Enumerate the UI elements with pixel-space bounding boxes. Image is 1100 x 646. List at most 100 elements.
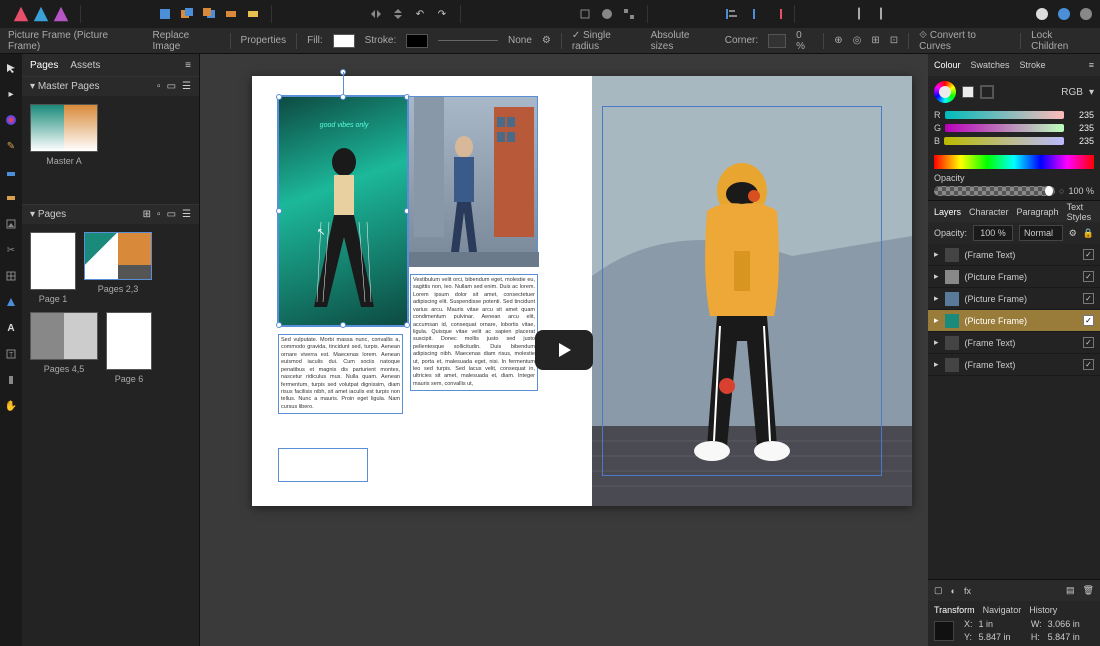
colour-menu-icon[interactable]: ≡ — [1089, 60, 1094, 70]
opacity-value[interactable]: 100 % — [1068, 186, 1094, 196]
play-button[interactable] — [535, 330, 593, 370]
sync-icon[interactable] — [1056, 6, 1072, 22]
mask-icon[interactable]: ▢ — [934, 585, 943, 596]
x-input[interactable]: 1 in — [979, 619, 1025, 629]
text-tool-icon[interactable]: A — [3, 320, 19, 336]
spectrum[interactable] — [934, 155, 1094, 169]
h-input[interactable]: 5.847 in — [1048, 632, 1094, 642]
fx-icon[interactable]: fx — [964, 586, 971, 596]
align-c-icon[interactable] — [746, 6, 762, 22]
y-input[interactable]: 5.847 in — [979, 632, 1025, 642]
insert-before-icon[interactable]: ┃ — [851, 6, 867, 22]
picture-frame-2[interactable] — [408, 96, 538, 266]
tab-text-styles[interactable]: Text Styles — [1067, 202, 1094, 222]
layer-row-selected[interactable]: ▸(Picture Frame)✓ — [928, 310, 1100, 332]
tab-colour[interactable]: Colour — [934, 60, 961, 70]
delete-layer-icon[interactable]: 🗑 — [1083, 585, 1094, 596]
master-pages-header[interactable]: ▾ Master Pages ▫▭☰ — [22, 76, 199, 96]
node-tool-icon[interactable]: ▸ — [3, 86, 19, 102]
gradient-tool-icon[interactable] — [3, 190, 19, 206]
tab-swatches[interactable]: Swatches — [971, 60, 1010, 70]
color-tool-icon[interactable] — [3, 112, 19, 128]
colour-dropdown-icon[interactable]: ▾ — [1089, 87, 1094, 98]
fill-swatch[interactable] — [333, 34, 355, 48]
help-icon[interactable] — [1078, 6, 1094, 22]
pages-opt1-icon[interactable]: ⊞ — [143, 209, 151, 220]
rotate-r-icon[interactable]: ↷ — [434, 6, 450, 22]
pages-opt2-icon[interactable]: ▫ — [157, 209, 161, 220]
tab-paragraph[interactable]: Paragraph — [1017, 207, 1059, 217]
align-icon-3[interactable]: ⊞ — [871, 35, 879, 46]
picture-frame-1[interactable]: good vibes only ↖ — [278, 96, 408, 326]
layer-lock-icon[interactable]: 🔒 — [1083, 228, 1094, 239]
pages-opt4-icon[interactable]: ☰ — [182, 209, 191, 220]
convert-curves-button[interactable]: ⟐ Convert to Curves — [919, 30, 1010, 52]
tab-pages[interactable]: Pages — [30, 60, 58, 71]
layer-row[interactable]: ▸(Frame Text)✓ — [928, 244, 1100, 266]
align-l-icon[interactable] — [724, 6, 740, 22]
app-personas[interactable] — [12, 5, 70, 23]
gear-icon[interactable]: ⚙ — [542, 35, 551, 46]
anchor-point[interactable] — [934, 621, 954, 641]
layer-row[interactable]: ▸(Picture Frame)✓ — [928, 288, 1100, 310]
page-2-3-thumb[interactable]: Pages 2,3 — [84, 232, 152, 304]
stroke-width-slider[interactable] — [438, 40, 498, 41]
align-icon-4[interactable]: ⊡ — [890, 35, 898, 46]
corner-value[interactable]: 0 % — [796, 30, 813, 52]
canvas[interactable]: good vibes only ↖ — [200, 54, 928, 646]
tab-navigator[interactable]: Navigator — [983, 605, 1022, 615]
master-spread-icon[interactable]: ▭ — [167, 81, 176, 92]
crop-tool-icon[interactable]: ✂ — [3, 242, 19, 258]
layer-row[interactable]: ▸(Frame Text)✓ — [928, 332, 1100, 354]
corner-type[interactable] — [768, 34, 786, 48]
insert-after-icon[interactable]: ┃ — [873, 6, 889, 22]
empty-frame[interactable] — [278, 448, 368, 482]
layer-row[interactable]: ▸(Picture Frame)✓ — [928, 266, 1100, 288]
move-front-icon[interactable] — [201, 6, 217, 22]
master-menu-icon[interactable]: ☰ — [182, 81, 191, 92]
text-frame-tool-icon[interactable]: T — [3, 346, 19, 362]
tab-assets[interactable]: Assets — [70, 60, 100, 71]
master-single-icon[interactable]: ▫ — [157, 81, 161, 92]
properties-button[interactable]: Properties — [241, 35, 287, 46]
page-6-thumb[interactable]: Page 6 — [106, 312, 152, 384]
g-slider[interactable] — [945, 124, 1064, 132]
rotate-l-icon[interactable]: ↶ — [412, 6, 428, 22]
colour-well[interactable] — [934, 81, 956, 103]
r-slider[interactable] — [945, 111, 1065, 119]
layer-opacity-input[interactable]: 100 % — [973, 225, 1013, 241]
frame-text-1[interactable]: Sed vulputate. Morbi massa nunc, convall… — [278, 334, 403, 414]
flip-v-icon[interactable] — [390, 6, 406, 22]
lock-children-check[interactable]: Lock Children — [1031, 30, 1092, 52]
align-icon-1[interactable]: ⊕ — [834, 35, 842, 46]
arrange-icon[interactable] — [223, 6, 239, 22]
tab-layers[interactable]: Layers — [934, 207, 961, 217]
master-a-thumb[interactable]: Master A — [30, 104, 98, 166]
layer-gear-icon[interactable]: ⚙ — [1069, 228, 1077, 239]
blend-mode-select[interactable]: Normal — [1019, 225, 1063, 241]
tab-transform[interactable]: Transform — [934, 605, 975, 615]
fill-tool-icon[interactable] — [3, 164, 19, 180]
colour-mode[interactable]: RGB — [1061, 87, 1083, 98]
add-layer-icon[interactable]: ▤ — [1066, 585, 1075, 596]
pen-tool-icon[interactable] — [3, 372, 19, 388]
tab-history[interactable]: History — [1029, 605, 1057, 615]
panel-menu-icon[interactable]: ≡ — [185, 60, 191, 71]
opacity-slider[interactable] — [934, 186, 1055, 196]
pages-header[interactable]: ▾ Pages ⊞▫▭☰ — [22, 204, 199, 224]
stroke-swatch[interactable] — [406, 34, 428, 48]
fill-well[interactable] — [962, 86, 974, 98]
mask-icon[interactable] — [599, 6, 615, 22]
align-r-icon[interactable] — [768, 6, 784, 22]
w-input[interactable]: 3.066 in — [1048, 619, 1094, 629]
tab-character[interactable]: Character — [969, 207, 1009, 217]
absolute-sizes-check[interactable]: Absolute sizes — [651, 30, 715, 52]
crop-icon[interactable] — [577, 6, 593, 22]
single-radius-check[interactable]: ✓ Single radius — [572, 30, 641, 52]
b-slider[interactable] — [944, 137, 1064, 145]
layer-row[interactable]: ▸(Frame Text)✓ — [928, 354, 1100, 376]
pages-opt3-icon[interactable]: ▭ — [167, 209, 176, 220]
shape-icon[interactable] — [157, 6, 173, 22]
replace-image-button[interactable]: Replace Image — [153, 30, 220, 52]
flip-h-icon[interactable] — [368, 6, 384, 22]
